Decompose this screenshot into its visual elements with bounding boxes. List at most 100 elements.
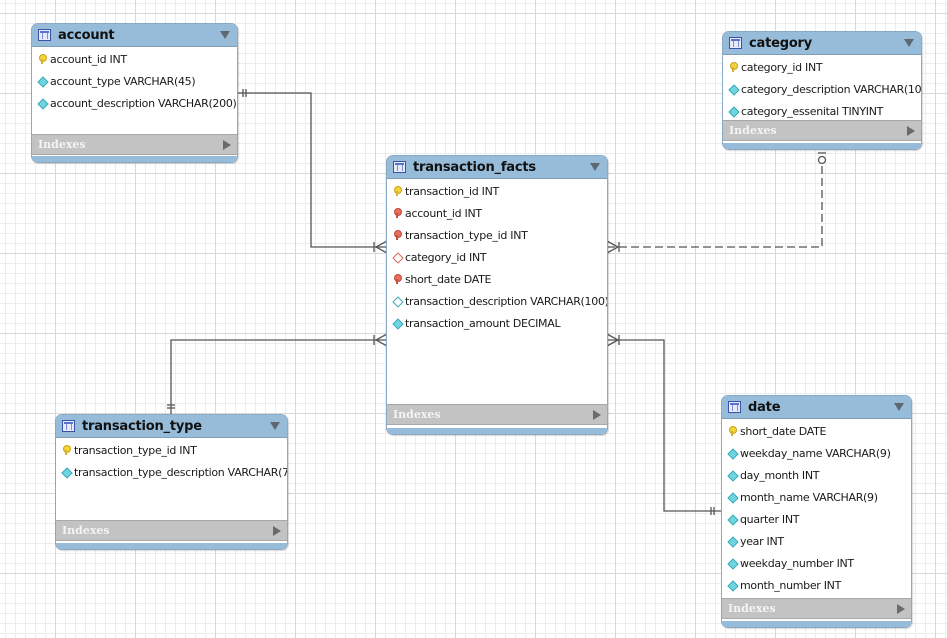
column-label: short_date DATE (740, 424, 827, 438)
table-header[interactable]: category (723, 32, 921, 55)
table-account[interactable]: account account_id INT account_type VARC… (31, 23, 238, 163)
indexes-label: Indexes (62, 524, 110, 537)
column-row[interactable]: short_date DATE (387, 268, 607, 290)
foreign-key-icon (393, 273, 402, 285)
column-label: account_type VARCHAR(45) (50, 74, 196, 88)
table-transaction-type[interactable]: transaction_type transaction_type_id INT… (55, 414, 288, 550)
primary-key-icon (729, 61, 738, 73)
column-label: weekday_number INT (740, 556, 854, 570)
column-label: transaction_type_id INT (405, 228, 528, 242)
column-row[interactable]: day_month INT (722, 464, 911, 486)
table-category[interactable]: category category_id INT category_descri… (722, 31, 922, 150)
primary-key-icon (728, 425, 737, 437)
table-icon (729, 37, 742, 49)
column-row[interactable]: weekday_number INT (722, 552, 911, 574)
collapse-arrow-icon[interactable] (220, 31, 230, 39)
indexes-section[interactable]: Indexes (56, 520, 287, 541)
column-row[interactable]: account_id INT (32, 48, 237, 70)
column-label: category_id INT (405, 250, 487, 264)
column-not-null-icon (38, 97, 47, 109)
table-name: category (749, 35, 813, 51)
primary-key-icon (62, 444, 71, 456)
relationship-transaction-type-transaction-facts[interactable] (167, 333, 388, 414)
column-label: transaction_type_id INT (74, 443, 197, 457)
column-row[interactable]: short_date DATE (722, 420, 911, 442)
column-label: year INT (740, 534, 784, 548)
column-nullable-icon (393, 295, 402, 307)
expand-arrow-icon[interactable] (907, 125, 915, 136)
expand-arrow-icon[interactable] (593, 409, 601, 420)
column-row[interactable]: month_number INT (722, 574, 911, 596)
table-header[interactable]: account (32, 24, 237, 47)
indexes-section[interactable]: Indexes (387, 404, 607, 425)
expand-arrow-icon[interactable] (273, 525, 281, 536)
column-label: quarter INT (740, 512, 800, 526)
table-footer (723, 143, 921, 149)
column-row[interactable]: transaction_type_description VARCHAR(70) (56, 461, 287, 483)
column-label: transaction_id INT (405, 184, 499, 198)
column-row[interactable]: category_id INT (387, 246, 607, 268)
expand-arrow-icon[interactable] (897, 603, 905, 614)
column-not-null-icon (729, 105, 738, 117)
column-label: transaction_amount DECIMAL (405, 316, 561, 330)
table-footer (722, 621, 911, 627)
collapse-arrow-icon[interactable] (894, 403, 904, 411)
column-row[interactable]: account_id INT (387, 202, 607, 224)
expand-arrow-icon[interactable] (223, 139, 231, 150)
column-row[interactable]: transaction_id INT (387, 180, 607, 202)
column-label: day_month INT (740, 468, 820, 482)
table-name: transaction_type (82, 418, 202, 434)
table-header[interactable]: date (722, 396, 911, 419)
column-label: category_essenital TINYINT (741, 104, 884, 118)
table-date[interactable]: date short_date DATE weekday_name VARCHA… (721, 395, 912, 628)
table-icon (393, 161, 406, 173)
column-label: month_number INT (740, 578, 842, 592)
primary-key-icon (393, 185, 402, 197)
column-row[interactable]: account_type VARCHAR(45) (32, 70, 237, 92)
table-name: date (748, 399, 781, 415)
column-not-null-icon (728, 535, 737, 547)
column-not-null-icon (728, 491, 737, 503)
table-footer (56, 543, 287, 549)
column-row[interactable]: transaction_type_id INT (387, 224, 607, 246)
column-row[interactable]: category_essenital TINYINT (723, 100, 921, 122)
indexes-section[interactable]: Indexes (722, 598, 911, 619)
column-row[interactable]: weekday_name VARCHAR(9) (722, 442, 911, 464)
nullable-foreign-key-icon (393, 251, 402, 263)
column-label: transaction_type_description VARCHAR(70) (74, 465, 288, 479)
column-not-null-icon (728, 557, 737, 569)
table-footer (32, 156, 237, 162)
indexes-section[interactable]: Indexes (32, 134, 237, 155)
column-row[interactable]: quarter INT (722, 508, 911, 530)
collapse-arrow-icon[interactable] (590, 163, 600, 171)
collapse-arrow-icon[interactable] (270, 422, 280, 430)
relationship-category-transaction-facts[interactable] (606, 152, 827, 254)
indexes-section[interactable]: Indexes (723, 120, 921, 141)
relationship-date-transaction-facts[interactable] (606, 333, 722, 515)
column-not-null-icon (62, 466, 71, 478)
column-label: account_id INT (50, 52, 127, 66)
column-label: account_id INT (405, 206, 482, 220)
column-label: account_description VARCHAR(200) (50, 96, 237, 110)
column-not-null-icon (393, 317, 402, 329)
column-not-null-icon (728, 469, 737, 481)
column-not-null-icon (729, 83, 738, 95)
foreign-key-icon (393, 207, 402, 219)
zero-marker (817, 155, 827, 165)
column-row[interactable]: year INT (722, 530, 911, 552)
table-transaction-facts[interactable]: transaction_facts transaction_id INT acc… (386, 155, 608, 435)
column-row[interactable]: transaction_amount DECIMAL (387, 312, 607, 334)
collapse-arrow-icon[interactable] (904, 39, 914, 47)
relationship-account-transaction-facts[interactable] (237, 89, 388, 254)
table-icon (728, 401, 741, 413)
column-row[interactable]: transaction_description VARCHAR(100) (387, 290, 607, 312)
column-row[interactable]: account_description VARCHAR(200) (32, 92, 237, 114)
column-row[interactable]: category_id INT (723, 56, 921, 78)
table-header[interactable]: transaction_type (56, 415, 287, 438)
column-row[interactable]: category_description VARCHAR(100) (723, 78, 921, 100)
table-header[interactable]: transaction_facts (387, 156, 607, 179)
column-row[interactable]: transaction_type_id INT (56, 439, 287, 461)
column-row[interactable]: month_name VARCHAR(9) (722, 486, 911, 508)
column-not-null-icon (728, 447, 737, 459)
table-icon (62, 420, 75, 432)
